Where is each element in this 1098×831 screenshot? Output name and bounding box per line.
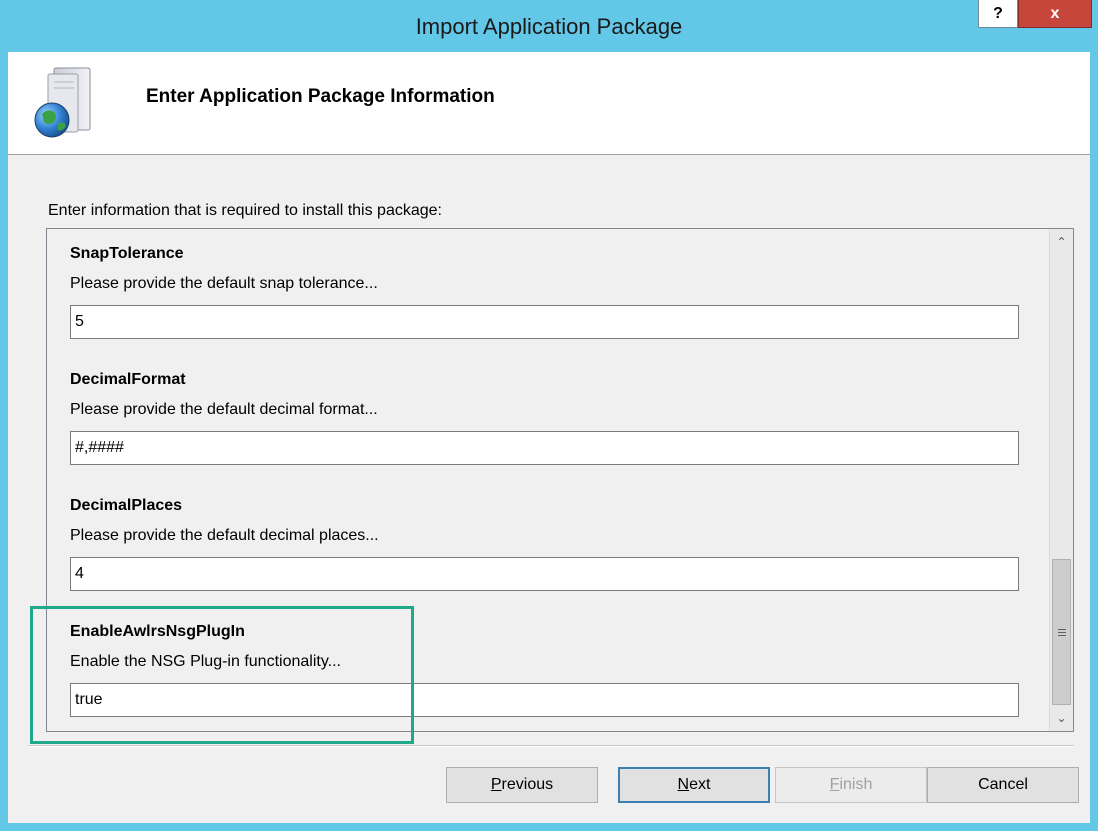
param-decimalformat: DecimalFormat Please provide the default… xyxy=(70,371,1019,465)
grip-icon xyxy=(1057,627,1066,638)
finish-button[interactable]: Finish xyxy=(775,767,927,803)
help-button[interactable]: ? xyxy=(978,0,1018,28)
enableawlrsnsgplugin-input[interactable] xyxy=(70,683,1019,717)
param-description: Enable the NSG Plug-in functionality... xyxy=(70,653,341,670)
intro-text: Enter information that is required to in… xyxy=(48,202,442,219)
dialog-body: Enter Application Package Information En… xyxy=(8,52,1090,823)
finish-mnemonic: F xyxy=(829,776,840,793)
vertical-scrollbar[interactable]: ⌃ ⌄ xyxy=(1049,229,1073,731)
param-decimalplaces: DecimalPlaces Please provide the default… xyxy=(70,497,1019,591)
param-name: SnapTolerance xyxy=(70,245,184,262)
wizard-header: Enter Application Package Information xyxy=(8,52,1090,155)
close-button[interactable]: x xyxy=(1018,0,1092,28)
next-mnemonic: N xyxy=(677,776,690,793)
previous-button[interactable]: Previous xyxy=(446,767,598,803)
param-snaptolerance: SnapTolerance Please provide the default… xyxy=(70,245,1019,339)
decimalplaces-input[interactable] xyxy=(70,557,1019,591)
param-description: Please provide the default decimal forma… xyxy=(70,401,378,418)
next-button[interactable]: Next xyxy=(618,767,770,803)
parameters-panel[interactable]: SnapTolerance Please provide the default… xyxy=(46,228,1074,732)
next-label: ext xyxy=(689,776,711,793)
package-globe-icon xyxy=(34,67,91,138)
param-description: Please provide the default snap toleranc… xyxy=(70,275,378,292)
import-application-package-dialog: Import Application Package ? x Enter App… xyxy=(0,0,1098,831)
button-divider xyxy=(28,745,1074,747)
previous-mnemonic: P xyxy=(490,776,502,793)
param-enableawlrsnsgplugin: EnableAwlrsNsgPlugIn Enable the NSG Plug… xyxy=(70,623,1019,717)
scrollbar-thumb[interactable] xyxy=(1052,559,1071,705)
title-bar[interactable]: Import Application Package ? x xyxy=(0,0,1098,52)
param-description: Please provide the default decimal place… xyxy=(70,527,379,544)
finish-label: inish xyxy=(839,776,873,793)
window-title: Import Application Package xyxy=(415,14,683,39)
previous-label: revious xyxy=(501,776,554,793)
param-name: DecimalFormat xyxy=(70,371,186,388)
snaptolerance-input[interactable] xyxy=(70,305,1019,339)
scroll-down-icon[interactable]: ⌄ xyxy=(1050,707,1073,729)
param-name: EnableAwlrsNsgPlugIn xyxy=(70,623,245,640)
cancel-button[interactable]: Cancel xyxy=(927,767,1079,803)
scroll-up-icon[interactable]: ⌃ xyxy=(1050,231,1073,253)
header-title: Enter Application Package Information xyxy=(146,86,495,107)
decimalformat-input[interactable] xyxy=(70,431,1019,465)
param-name: DecimalPlaces xyxy=(70,497,183,514)
